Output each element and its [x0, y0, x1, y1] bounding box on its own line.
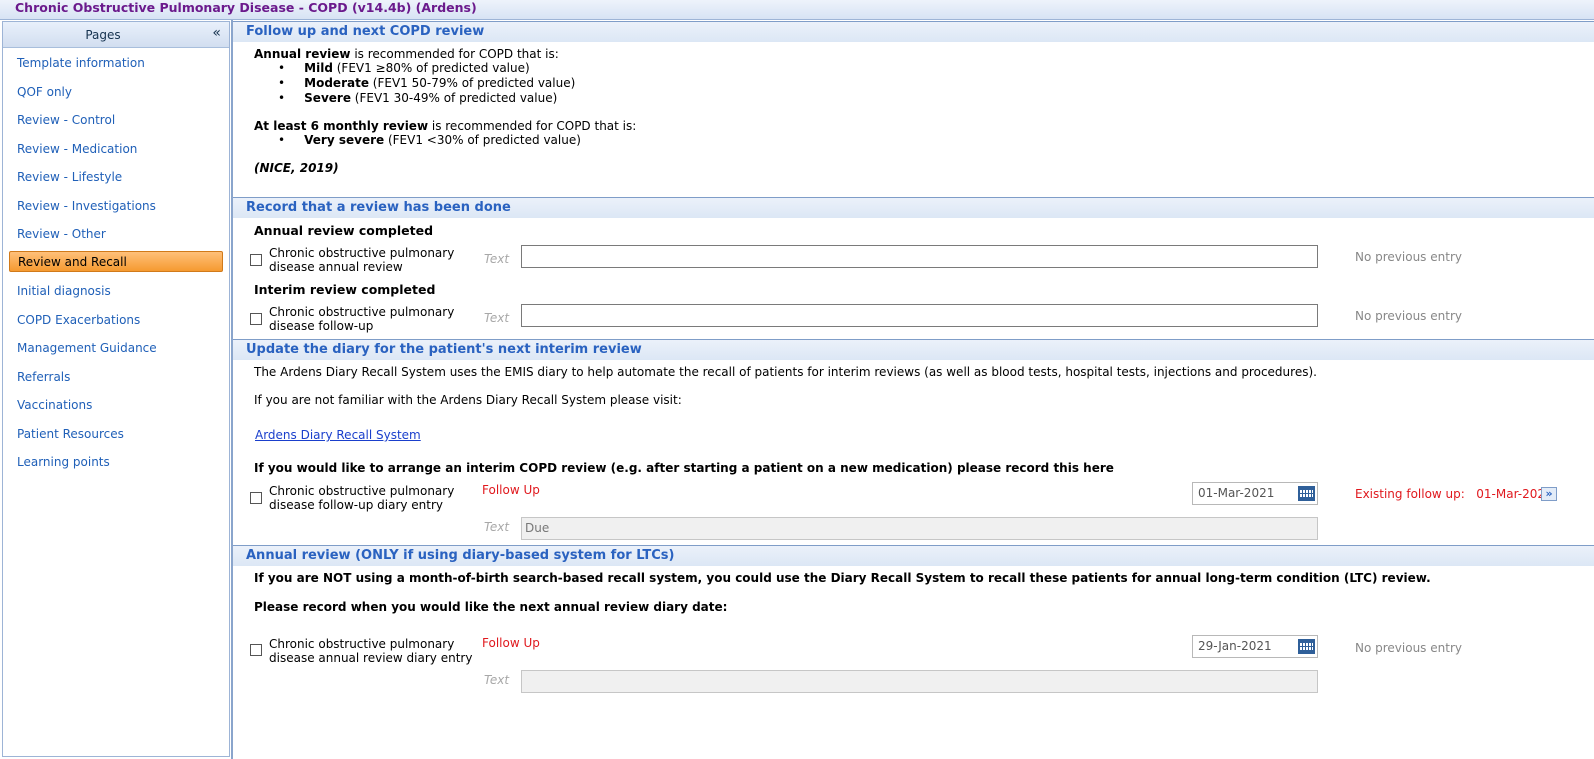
sidebar-item-template-information[interactable]: Template information [9, 53, 223, 74]
six-monthly-bold: At least 6 monthly review [254, 119, 429, 133]
interim-review-text-input[interactable] [521, 304, 1318, 327]
code-line-1: Chronic obstructive pulmonary [269, 484, 455, 498]
no-previous-entry: No previous entry [1355, 250, 1462, 264]
annual-review-text-input[interactable] [521, 245, 1318, 268]
go-to-follow-up-button[interactable]: » [1541, 487, 1557, 501]
six-monthly-text: is recommended for COPD that is: [428, 119, 637, 133]
follow-up-label: Follow Up [482, 483, 540, 497]
sidebar-header-label: Pages [85, 28, 121, 42]
bullet-text: (FEV1 ≥80% of predicted value) [332, 61, 530, 75]
calendar-icon[interactable] [1298, 639, 1315, 654]
sidebar-item-patient-resources[interactable]: Patient Resources [9, 424, 223, 445]
code-line-2: disease annual review diary entry [269, 651, 473, 665]
follow-up-date-picker[interactable]: 01-Mar-2021 [1192, 482, 1318, 505]
annual-review-text: is recommended for COPD that is: [350, 47, 559, 61]
bullet-text: (FEV1 50-79% of predicted value) [368, 76, 576, 90]
annual-diary-checkbox[interactable] [250, 644, 262, 656]
collapse-sidebar-icon[interactable]: « [212, 25, 221, 41]
sidebar-item-vaccinations[interactable]: Vaccinations [9, 395, 223, 416]
diary-visit-text: If you are not familiar with the Ardens … [254, 393, 682, 407]
sidebar-item-review-investigations[interactable]: Review - Investigations [9, 196, 223, 217]
follow-up-label: Follow Up [482, 636, 540, 650]
section-title: Update the diary for the patient's next … [246, 342, 642, 357]
no-previous-entry: No previous entry [1355, 641, 1462, 655]
sidebar-item-learning-points[interactable]: Learning points [9, 452, 223, 473]
annual-diary-date-picker[interactable]: 29-Jan-2021 [1192, 635, 1318, 658]
code-line-2: disease follow-up diary entry [269, 498, 444, 512]
annual-review-checkbox[interactable] [250, 254, 262, 266]
sidebar-item-review-lifestyle[interactable]: Review - Lifestyle [9, 167, 223, 188]
bullet-bold: Very severe [304, 133, 385, 147]
text-label: Text [484, 252, 510, 266]
annual-diary-prompt: Please record when you would like the ne… [254, 600, 728, 614]
annual-review-bold: Annual review [254, 47, 351, 61]
text-label: Text [484, 673, 510, 687]
code-line-2: disease annual review [269, 260, 403, 274]
pages-sidebar: Pages « Template information QOF only Re… [2, 21, 230, 757]
bullet-bold: Severe [304, 91, 351, 105]
bullet-moderate: • Moderate (FEV1 50-79% of predicted val… [278, 76, 576, 90]
date-value: 29-Jan-2021 [1198, 639, 1272, 653]
text-label: Text [484, 520, 510, 534]
sidebar-item-review-and-recall[interactable]: Review and Recall [9, 251, 223, 272]
date-value: 01-Mar-2021 [1198, 486, 1275, 500]
bullet-bold: Mild [304, 61, 333, 75]
section-header-follow-up: Follow up and next COPD review [233, 21, 1594, 42]
interim-review-code-label: Chronic obstructive pulmonary disease fo… [269, 305, 454, 333]
sidebar-item-review-medication[interactable]: Review - Medication [9, 139, 223, 160]
sidebar-item-review-other[interactable]: Review - Other [9, 224, 223, 245]
sidebar-item-qof-only[interactable]: QOF only [9, 82, 223, 103]
follow-up-diary-code-label: Chronic obstructive pulmonary disease fo… [269, 484, 454, 512]
annual-diary-text-input[interactable] [521, 670, 1318, 693]
section-title: Follow up and next COPD review [246, 24, 485, 39]
annual-diary-note: If you are NOT using a month-of-birth se… [254, 571, 1431, 585]
section-title: Annual review (ONLY if using diary-based… [246, 548, 675, 563]
no-previous-entry: No previous entry [1355, 309, 1462, 323]
sidebar-header: Pages « [3, 22, 229, 48]
sidebar-item-management-guidance[interactable]: Management Guidance [9, 338, 223, 359]
sidebar-item-copd-exacerbations[interactable]: COPD Exacerbations [9, 310, 223, 331]
bullet-bold: Moderate [304, 76, 369, 90]
annual-review-recommendation: Annual review is recommended for COPD th… [254, 47, 559, 61]
six-monthly-recommendation: At least 6 monthly review is recommended… [254, 119, 636, 133]
code-line-1: Chronic obstructive pulmonary [269, 637, 455, 651]
code-line-2: disease follow-up [269, 319, 374, 333]
arrange-interim-review-text: If you would like to arrange an interim … [254, 461, 1114, 475]
diary-intro-text: The Ardens Diary Recall System uses the … [254, 365, 1317, 379]
bullet-text: (FEV1 <30% of predicted value) [384, 133, 581, 147]
annual-review-completed-title: Annual review completed [254, 223, 434, 238]
bullet-very-severe: • Very severe (FEV1 <30% of predicted va… [278, 133, 581, 147]
text-label: Text [484, 311, 510, 325]
window-titlebar: Chronic Obstructive Pulmonary Disease - … [0, 0, 1594, 20]
bullet-severe: • Severe (FEV1 30-49% of predicted value… [278, 91, 558, 105]
nice-citation: (NICE, 2019) [254, 161, 339, 175]
code-line-1: Chronic obstructive pulmonary [269, 246, 455, 260]
existing-follow-up-label: Existing follow up: [1355, 487, 1465, 501]
follow-up-text-input[interactable]: Due [521, 517, 1318, 540]
annual-diary-code-label: Chronic obstructive pulmonary disease an… [269, 637, 472, 665]
section-header-record-review: Record that a review has been done [233, 197, 1594, 218]
follow-up-diary-checkbox[interactable] [250, 492, 262, 504]
bullet-text: (FEV1 30-49% of predicted value) [350, 91, 558, 105]
sidebar-item-initial-diagnosis[interactable]: Initial diagnosis [9, 281, 223, 302]
interim-review-checkbox[interactable] [250, 313, 262, 325]
main-content: Follow up and next COPD review Annual re… [231, 20, 1594, 759]
section-header-diary: Update the diary for the patient's next … [233, 339, 1594, 360]
sidebar-item-review-control[interactable]: Review - Control [9, 110, 223, 131]
bullet-mild: • Mild (FEV1 ≥80% of predicted value) [278, 61, 530, 75]
section-header-annual-diary: Annual review (ONLY if using diary-based… [233, 545, 1594, 566]
interim-review-completed-title: Interim review completed [254, 282, 436, 297]
calendar-icon[interactable] [1298, 486, 1315, 501]
window-title: Chronic Obstructive Pulmonary Disease - … [15, 0, 477, 15]
ardens-diary-recall-link[interactable]: Ardens Diary Recall System [255, 428, 421, 442]
existing-follow-up: Existing follow up: 01-Mar-2021 [1355, 487, 1553, 501]
annual-review-code-label: Chronic obstructive pulmonary disease an… [269, 246, 454, 274]
sidebar-item-referrals[interactable]: Referrals [9, 367, 223, 388]
code-line-1: Chronic obstructive pulmonary [269, 305, 455, 319]
section-title: Record that a review has been done [246, 200, 511, 215]
